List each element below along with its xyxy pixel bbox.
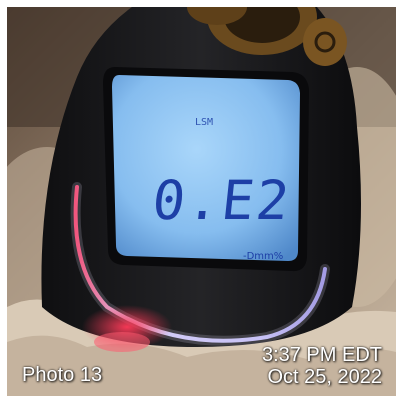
photo-frame: LSM 0.E2 -Dmm% Photo 13 3:37 PM EDT Oct …	[7, 7, 396, 396]
power-button	[303, 18, 347, 66]
lcd-mode-label: LSM	[195, 117, 213, 128]
timestamp-date: Oct 25, 2022	[267, 366, 382, 388]
timestamp: 3:37 PM EDT Oct 25, 2022	[262, 344, 382, 388]
lcd-unit: -Dmm%	[243, 251, 283, 262]
meter-photo: LSM 0.E2 -Dmm%	[7, 7, 396, 396]
lcd-screen	[112, 75, 300, 261]
photo-label: Photo 13	[22, 364, 103, 386]
lcd-reading: 0.E2	[149, 169, 294, 232]
timestamp-time: 3:37 PM EDT	[261, 344, 382, 366]
